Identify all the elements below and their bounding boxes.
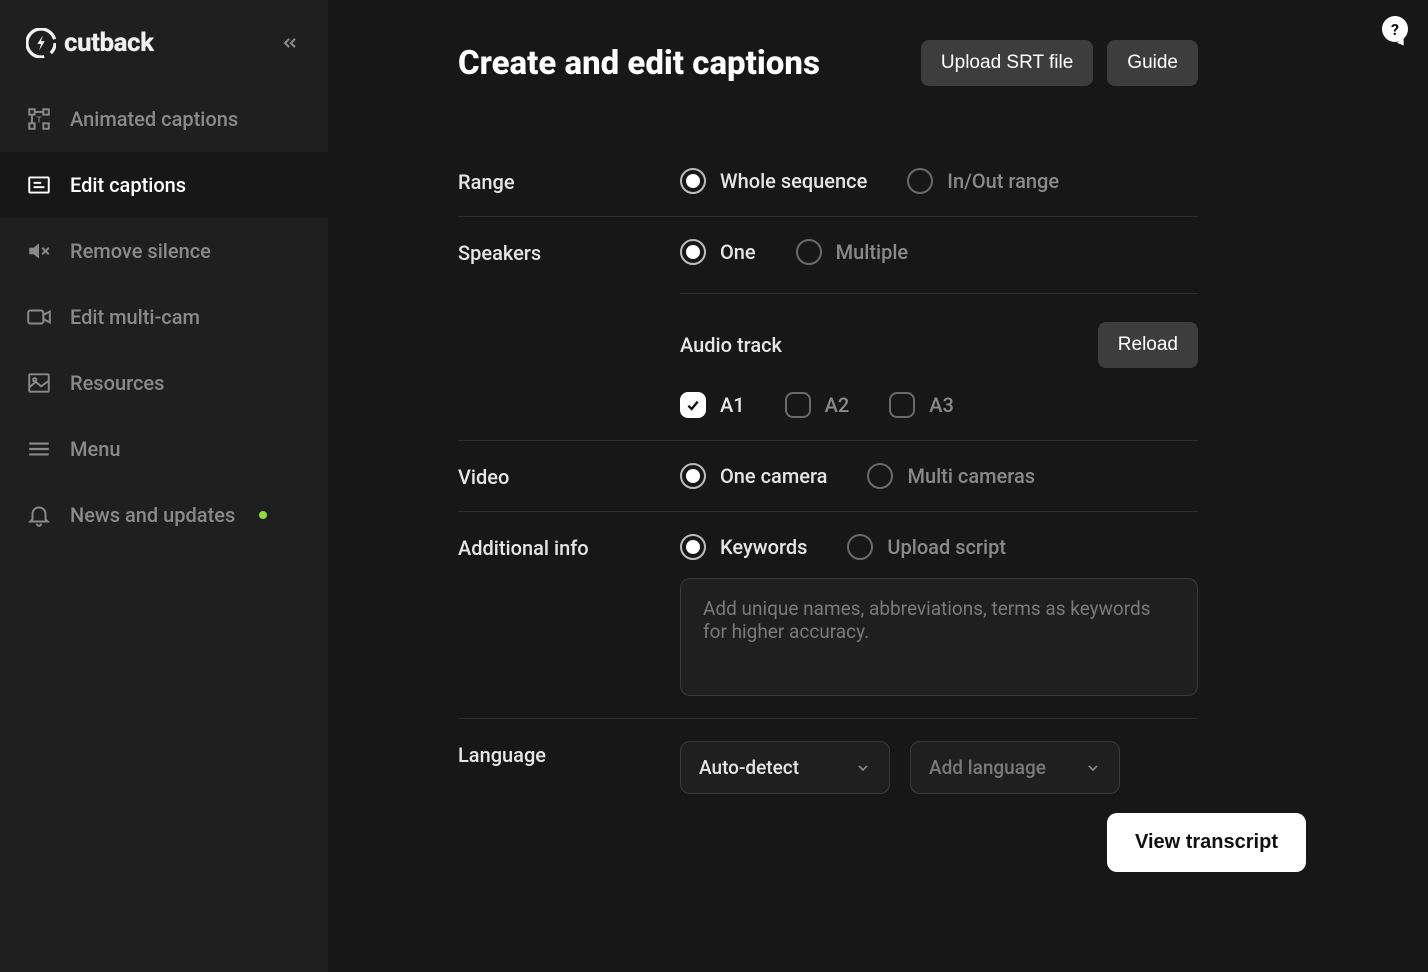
sidebar-item-label: News and updates [70,503,235,527]
audio-track-subsection: Audio track Reload A1 A2 [680,293,1198,418]
language-label: Language [458,741,680,767]
animated-captions-icon: T [26,106,52,132]
video-one-camera-option[interactable]: One camera [680,463,827,489]
sidebar: cutback T Animated captions [0,0,328,972]
additional-keywords-option[interactable]: Keywords [680,534,807,560]
speakers-one-option[interactable]: One [680,239,756,265]
checkbox-icon [680,392,706,418]
logo[interactable]: cutback [26,28,154,58]
radio-label: Whole sequence [720,169,867,193]
sidebar-header: cutback [0,20,328,86]
radio-label: Multiple [836,240,909,264]
guide-button[interactable]: Guide [1107,40,1198,86]
sidebar-item-label: Edit captions [70,173,186,197]
speakers-multiple-option[interactable]: Multiple [796,239,909,265]
radio-label: One [720,240,756,264]
radio-icon [680,534,706,560]
sidebar-item-label: Animated captions [70,107,238,131]
bell-icon [26,502,52,528]
sidebar-item-news[interactable]: News and updates [0,482,328,548]
select-value: Add language [929,756,1046,779]
sidebar-item-remove-silence[interactable]: Remove silence [0,218,328,284]
logo-text: cutback [64,28,154,58]
svg-text:T: T [36,115,42,125]
video-label: Video [458,463,680,489]
range-label: Range [458,168,680,194]
checkbox-icon [889,392,915,418]
language-add-select[interactable]: Add language [910,741,1120,794]
radio-label: In/Out range [947,169,1059,193]
main-panel: Create and edit captions Upload SRT file… [328,0,1428,972]
header-actions: Upload SRT file Guide [921,40,1198,86]
sidebar-item-label: Edit multi-cam [70,305,200,329]
radio-icon [907,168,933,194]
additional-info-section: Additional info Keywords Upload script [458,512,1198,719]
sidebar-item-edit-captions[interactable]: Edit captions [0,152,328,218]
sidebar-item-edit-multicam[interactable]: Edit multi-cam [0,284,328,350]
language-section: Language Auto-detect Add language [458,719,1198,816]
audio-track-a2[interactable]: A2 [785,392,850,418]
radio-label: Multi cameras [907,464,1035,488]
page-header: Create and edit captions Upload SRT file… [458,40,1198,86]
sidebar-item-label: Menu [70,437,120,461]
sidebar-nav: T Animated captions Edit captions [0,86,328,548]
video-multi-cameras-option[interactable]: Multi cameras [867,463,1035,489]
mute-icon [26,238,52,264]
radio-icon [680,239,706,265]
audio-track-a3[interactable]: A3 [889,392,954,418]
help-button[interactable]: ? [1382,16,1408,42]
range-section: Range Whole sequence In/Out range [458,146,1198,217]
radio-icon [680,168,706,194]
speakers-label: Speakers [458,239,680,265]
sidebar-item-menu[interactable]: Menu [0,416,328,482]
radio-icon [847,534,873,560]
audio-track-label: Audio track [680,333,782,357]
view-transcript-button[interactable]: View transcript [1107,813,1306,872]
speakers-section: Speakers One Multiple Audio track Rel [458,217,1198,441]
image-icon [26,370,52,396]
sidebar-collapse-button[interactable] [278,31,302,55]
chevron-down-icon [855,760,871,776]
page-title: Create and edit captions [458,44,820,83]
range-inout-option[interactable]: In/Out range [907,168,1059,194]
video-section: Video One camera Multi cameras [458,441,1198,512]
audio-track-a1[interactable]: A1 [680,392,745,418]
radio-label: One camera [720,464,827,488]
checkbox-icon [785,392,811,418]
menu-icon [26,436,52,462]
keywords-textarea[interactable] [680,578,1198,696]
checkbox-label: A1 [720,393,745,417]
chevron-double-left-icon [280,33,300,53]
sidebar-item-resources[interactable]: Resources [0,350,328,416]
video-icon [26,304,52,330]
additional-info-label: Additional info [458,534,680,560]
range-whole-option[interactable]: Whole sequence [680,168,867,194]
sidebar-item-label: Resources [70,371,164,395]
select-value: Auto-detect [699,756,799,779]
sidebar-item-label: Remove silence [70,239,211,263]
chevron-down-icon [1085,760,1101,776]
additional-upload-script-option[interactable]: Upload script [847,534,1006,560]
checkbox-label: A3 [929,393,954,417]
logo-icon [26,28,56,58]
radio-icon [867,463,893,489]
upload-srt-button[interactable]: Upload SRT file [921,40,1093,86]
radio-label: Keywords [720,535,807,559]
radio-icon [680,463,706,489]
sidebar-item-animated-captions[interactable]: T Animated captions [0,86,328,152]
notification-dot-icon [259,511,267,519]
checkbox-label: A2 [825,393,850,417]
language-primary-select[interactable]: Auto-detect [680,741,890,794]
radio-label: Upload script [887,535,1006,559]
edit-captions-icon [26,172,52,198]
radio-icon [796,239,822,265]
reload-button[interactable]: Reload [1098,322,1198,368]
